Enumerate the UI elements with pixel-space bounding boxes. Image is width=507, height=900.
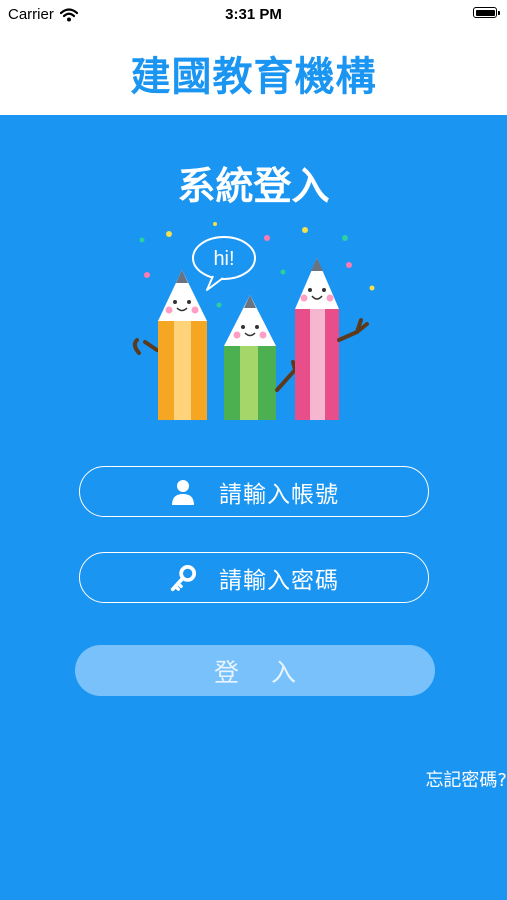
password-placeholder: 請輸入密碼 bbox=[219, 567, 339, 594]
user-icon bbox=[169, 478, 197, 506]
app-title: 建國教育機構 bbox=[130, 53, 377, 100]
pink-pencil bbox=[295, 258, 369, 420]
account-input[interactable]: 請輸入帳號 bbox=[79, 466, 429, 517]
key-icon bbox=[169, 564, 197, 592]
pencil-mascot-illustration: hi! bbox=[127, 220, 377, 425]
green-pencil bbox=[224, 295, 303, 420]
status-bar: Carrier 3:31 PM bbox=[0, 0, 507, 30]
forgot-password-link[interactable]: 忘記密碼? bbox=[425, 766, 507, 792]
login-button[interactable]: 登入 bbox=[75, 645, 435, 696]
speech-bubble-text: hi! bbox=[213, 248, 234, 270]
account-placeholder: 請輸入帳號 bbox=[219, 481, 339, 508]
orange-pencil bbox=[132, 270, 207, 420]
navigation-bar: 建國教育機構 bbox=[0, 30, 507, 115]
login-heading: 系統登入 bbox=[177, 164, 330, 208]
battery-icon bbox=[473, 7, 500, 18]
password-input[interactable]: 請輸入密碼 bbox=[79, 552, 429, 603]
speech-bubble: hi! bbox=[192, 236, 256, 291]
status-time: 3:31 PM bbox=[225, 6, 282, 23]
